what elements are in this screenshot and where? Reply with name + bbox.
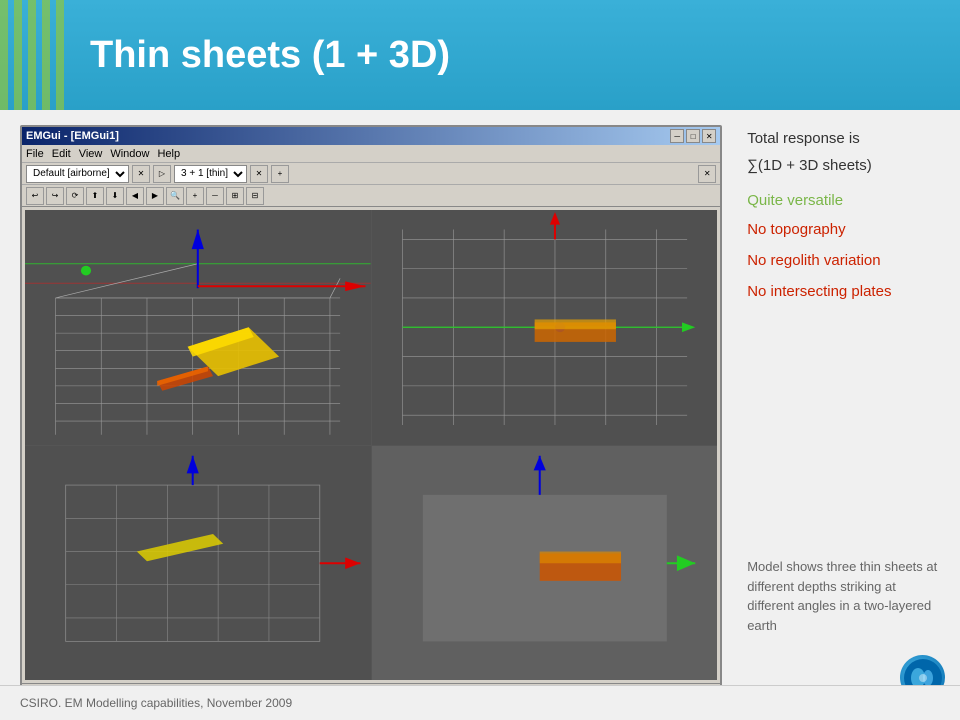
viewport-side[interactable] — [372, 446, 718, 681]
menu-edit[interactable]: Edit — [52, 148, 71, 160]
feature-versatile: Quite versatile — [747, 192, 945, 209]
tb2-btn-11[interactable]: ⊞ — [226, 187, 244, 205]
airborne-dropdown[interactable]: Default [airborne] — [26, 165, 129, 183]
tb2-btn-7[interactable]: ▶ — [146, 187, 164, 205]
tb2-btn-2[interactable]: ↪ — [46, 187, 64, 205]
tb2-btn-6[interactable]: ◀ — [126, 187, 144, 205]
toolbar-btn-4[interactable]: + — [271, 165, 289, 183]
toolbar-btn-2[interactable]: ▷ — [153, 165, 171, 183]
emgui-window: EMGui - [EMGui1] ─ □ ✕ File Edit View Wi… — [20, 125, 722, 705]
tb2-btn-12[interactable]: ⊟ — [246, 187, 264, 205]
footer: CSIRO. EM Modelling capabilities, Novemb… — [0, 685, 960, 720]
header-stripe — [0, 0, 70, 110]
maximize-button[interactable]: □ — [686, 129, 700, 143]
feature-intersecting: No intersecting plates — [747, 281, 945, 302]
menu-help[interactable]: Help — [157, 148, 180, 160]
formula-label: ∑(1D + 3D sheets) — [747, 157, 945, 174]
minimize-button[interactable]: ─ — [670, 129, 684, 143]
viewport-3d-perspective[interactable] — [25, 210, 371, 445]
window-titlebar: EMGui - [EMGui1] ─ □ ✕ — [22, 127, 720, 145]
thin-dropdown[interactable]: 3 + 1 [thin] — [174, 165, 247, 183]
right-panel: Total response is ∑(1D + 3D sheets) Quit… — [732, 110, 960, 720]
window-title: EMGui - [EMGui1] — [26, 130, 119, 142]
close-button[interactable]: ✕ — [702, 129, 716, 143]
toolbar-btn-3[interactable]: ✕ — [250, 165, 268, 183]
feature-topography: No topography — [747, 219, 945, 240]
footer-text: CSIRO. EM Modelling capabilities, Novemb… — [20, 696, 292, 710]
menu-window[interactable]: Window — [110, 148, 149, 160]
model-description: Model shows three thin sheets at differe… — [747, 557, 945, 635]
viewport-top[interactable] — [25, 446, 371, 681]
tb2-btn-8[interactable]: 🔍 — [166, 187, 184, 205]
total-response-label: Total response is — [747, 130, 945, 147]
menu-file[interactable]: File — [26, 148, 44, 160]
toolbar-1: Default [airborne] ✕ ▷ 3 + 1 [thin] ✕ + … — [22, 163, 720, 185]
toolbar-2: ↩ ↪ ⟳ ⬆ ⬇ ◀ ▶ 🔍 + ─ ⊞ ⊟ — [22, 185, 720, 207]
tb2-btn-10[interactable]: ─ — [206, 187, 224, 205]
tb2-btn-1[interactable]: ↩ — [26, 187, 44, 205]
window-menubar: File Edit View Window Help — [22, 145, 720, 163]
tb2-btn-4[interactable]: ⬆ — [86, 187, 104, 205]
main-content: EMGui - [EMGui1] ─ □ ✕ File Edit View Wi… — [0, 110, 960, 720]
window-controls: ─ □ ✕ — [670, 129, 716, 143]
toolbar-btn-1[interactable]: ✕ — [132, 165, 150, 183]
tb2-btn-5[interactable]: ⬇ — [106, 187, 124, 205]
viewport-grid — [25, 210, 717, 680]
feature-regolith: No regolith variation — [747, 250, 945, 271]
toolbar-btn-close[interactable]: ✕ — [698, 165, 716, 183]
menu-view[interactable]: View — [79, 148, 103, 160]
tb2-btn-3[interactable]: ⟳ — [66, 187, 84, 205]
tb2-btn-9[interactable]: + — [186, 187, 204, 205]
header: Thin sheets (1 + 3D) — [0, 0, 960, 110]
page-title: Thin sheets (1 + 3D) — [90, 34, 450, 77]
viewport-front[interactable] — [372, 210, 718, 445]
